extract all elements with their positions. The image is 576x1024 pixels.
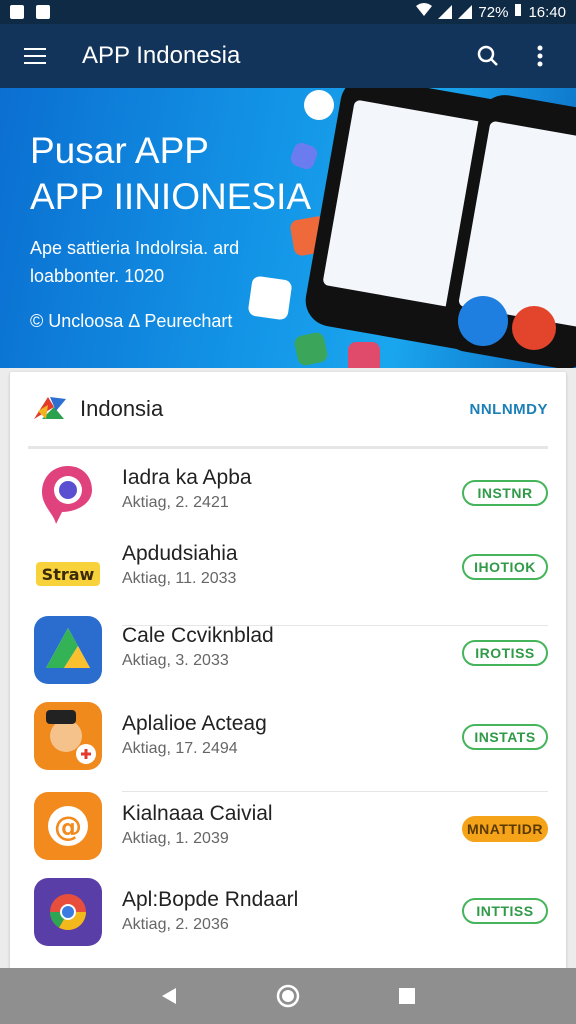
- hero-banner[interactable]: Pusar APP APP IINIONESIA Ape sattieria I…: [0, 88, 576, 368]
- recents-square-icon: [398, 988, 415, 1004]
- hero-headline-line1: Pusar APP: [30, 130, 209, 171]
- system-nav-bar: [0, 968, 576, 1024]
- fab-blue: [458, 296, 508, 346]
- more-vert-icon: [537, 45, 543, 67]
- app-name: Apdudsiahia: [122, 542, 238, 565]
- list-item[interactable]: Straw Apdudsiahia Aktiag, 11. 2033 IHOTI…: [10, 534, 566, 626]
- app-title: APP Indonesia: [82, 42, 241, 69]
- app-date: Aktiag, 3. 2033: [122, 652, 229, 669]
- app-name: Cale Ccviknblad: [122, 624, 274, 647]
- app-date: Aktiag, 1. 2039: [122, 830, 229, 847]
- hero-headline-line2: APP IINIONESIA: [30, 176, 312, 217]
- app-list-card: Indonsia NNLNMDY Iadra ka Apba Aktiag, 2…: [10, 372, 566, 972]
- list-item[interactable]: @ Kialnaaa Caivial Aktiag, 1. 2039 MNATT…: [10, 786, 566, 872]
- map-pin-app-icon: [42, 466, 92, 524]
- list-item[interactable]: Apl:Bopde Rndaarl Aktiag, 2. 2036 INTTIS…: [10, 872, 566, 958]
- clock: 16:40: [528, 3, 566, 21]
- drive-triangle-icon: [34, 616, 102, 684]
- install-button[interactable]: INTTISS: [462, 898, 548, 924]
- app-name: Aplalioe Acteag: [122, 712, 267, 735]
- install-button[interactable]: INSTNR: [462, 480, 548, 506]
- notification-icon: [10, 5, 24, 19]
- app-date: Aktiag, 17. 2494: [122, 740, 238, 757]
- install-button[interactable]: IHOTIOK: [462, 554, 548, 580]
- floating-app-icon: [293, 331, 329, 367]
- app-date: Aktiag, 11. 2033: [122, 570, 237, 587]
- card-action-link[interactable]: NNLNMDY: [470, 401, 549, 418]
- svg-text:@: @: [54, 810, 82, 843]
- install-button[interactable]: IROTISS: [462, 640, 548, 666]
- chrome-like-app-icon: [34, 878, 102, 946]
- strawberry-logo-icon: Straw: [36, 562, 100, 586]
- play-triangle-icon: [247, 275, 293, 321]
- home-button[interactable]: [268, 976, 308, 1016]
- overflow-menu-button[interactable]: [518, 34, 562, 78]
- app-date: Aktiag, 2. 2421: [122, 494, 229, 511]
- floating-app-icon: [304, 90, 334, 120]
- at-sign-app-icon: @: [34, 792, 102, 860]
- signal-icon: [438, 5, 453, 19]
- fab-red: [512, 306, 556, 350]
- wifi-icon: [416, 3, 433, 21]
- status-bar: 72% 16:40: [0, 0, 576, 24]
- hero-cta[interactable]: © Uncloosa Δ Peurechart: [30, 311, 232, 332]
- signal-icon: [458, 5, 473, 19]
- recents-button[interactable]: [387, 976, 427, 1016]
- menu-button[interactable]: [0, 24, 70, 88]
- app-name: Iadra ka Apba: [122, 466, 252, 489]
- svg-text:Straw: Straw: [42, 565, 95, 584]
- app-name: Apl:Bopde Rndaarl: [122, 888, 299, 911]
- divider: [28, 446, 548, 449]
- list-item[interactable]: Cale Ccviknblad Aktiag, 3. 2033 IROTISS: [10, 610, 566, 696]
- app-date: Aktiag, 2. 2036: [122, 916, 229, 933]
- hero-headline: Pusar APP APP IINIONESIA: [30, 128, 311, 220]
- cartoon-character-icon: [34, 702, 102, 770]
- update-button[interactable]: MNATTIDR: [462, 816, 548, 842]
- back-triangle-icon: [162, 988, 177, 1004]
- card-header: Indonsia NNLNMDY: [10, 372, 566, 446]
- indonesia-logo-icon: [34, 397, 66, 419]
- list-item[interactable]: Aplalioe Acteag Aktiag, 17. 2494 INSTATS: [10, 696, 566, 792]
- install-button[interactable]: INSTATS: [462, 724, 548, 750]
- home-circle-icon: [276, 984, 300, 1008]
- search-button[interactable]: [466, 34, 510, 78]
- app-bar: APP Indonesia: [0, 24, 576, 88]
- list-item[interactable]: Iadra ka Apba Aktiag, 2. 2421 INSTNR: [10, 452, 566, 538]
- back-button[interactable]: [149, 976, 189, 1016]
- battery-icon: [514, 3, 522, 21]
- search-icon: [477, 45, 498, 66]
- card-title: Indonsia: [80, 396, 164, 421]
- battery-level: 72%: [478, 3, 509, 21]
- app-name: Kialnaaa Caivial: [122, 802, 273, 825]
- floating-app-icon: [348, 342, 380, 368]
- notification-icon: [36, 5, 50, 19]
- hamburger-icon: [24, 48, 46, 64]
